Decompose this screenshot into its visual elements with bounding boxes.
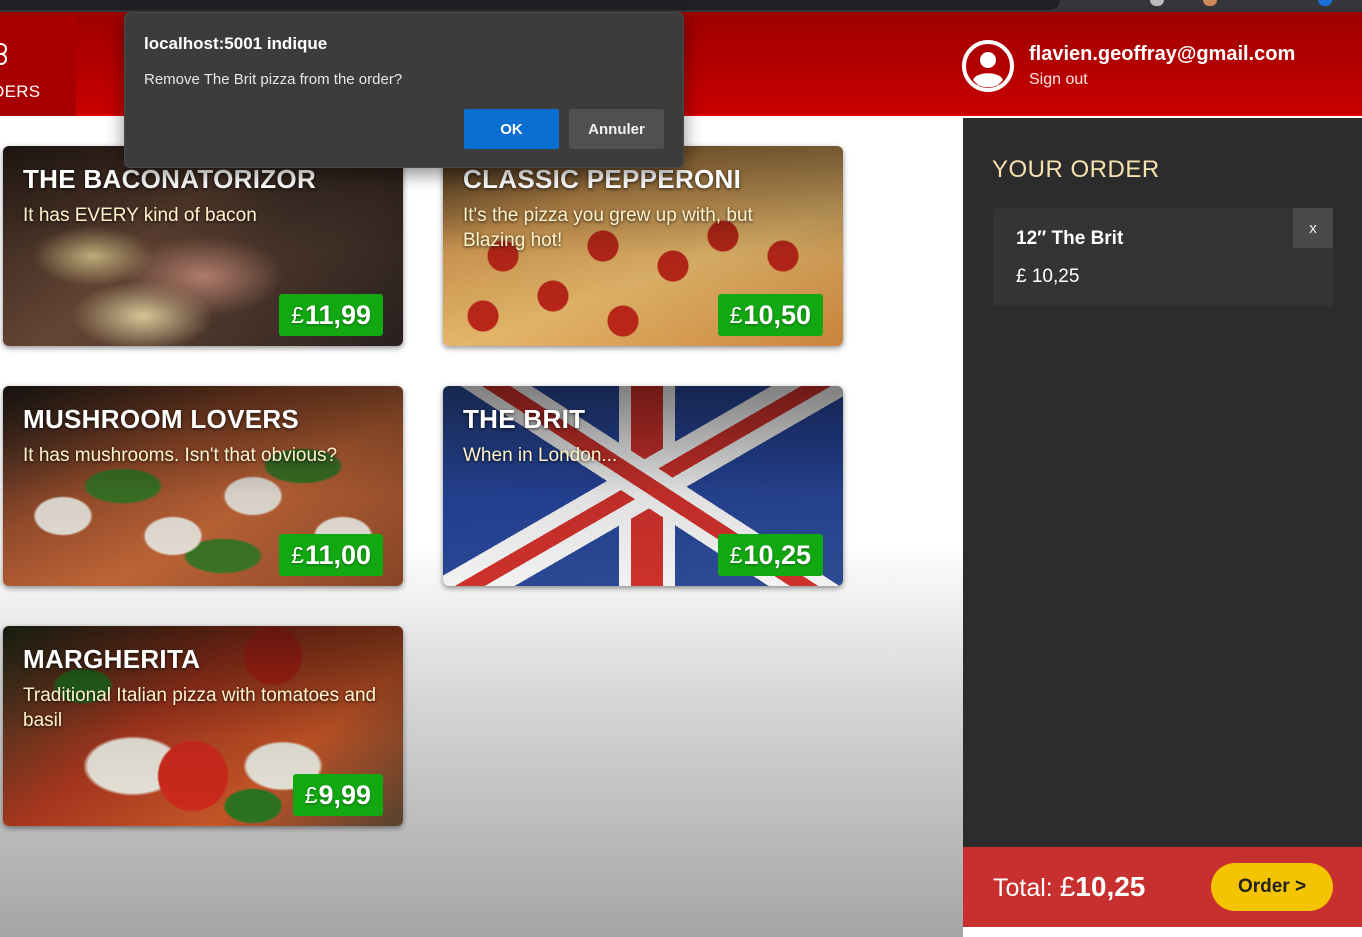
order-item-price: £ 10,25 — [1016, 266, 1080, 287]
pizza-name: MARGHERITA — [23, 644, 201, 674]
sync-status-icon[interactable] — [1318, 0, 1332, 6]
pizza-card-the-brit[interactable]: THE BRIT When in London... £10,25 — [443, 386, 843, 586]
user-email: flavien.geoffray@gmail.com — [1029, 43, 1296, 65]
order-heading: YOUR ORDER — [992, 156, 1160, 183]
place-order-button[interactable]: Order > — [1211, 863, 1333, 911]
confirm-dialog: localhost:5001 indique Remove The Brit p… — [124, 12, 684, 168]
dialog-origin: localhost:5001 indique — [144, 34, 328, 53]
order-item: 12″ The Brit £ 10,25 x — [993, 208, 1333, 306]
browser-toolbar — [0, 0, 1362, 12]
orders-icon — [0, 43, 7, 65]
total-amount: 10,25 — [1075, 871, 1146, 902]
pizza-card-classic-pepperoni[interactable]: CLASSIC PEPPERONI It's the pizza you gre… — [443, 146, 843, 346]
address-bar[interactable] — [0, 0, 1060, 10]
pizza-description: Traditional Italian pizza with tomatoes … — [23, 685, 377, 731]
pizza-price: £11,99 — [279, 294, 383, 336]
user-avatar-icon — [962, 40, 1014, 92]
pizza-description: It has mushrooms. Isn't that obvious? — [23, 445, 338, 466]
profile-avatar-icon[interactable] — [1203, 0, 1217, 6]
order-total-bar: Total: £10,25 Order > — [963, 847, 1362, 927]
sign-out-link[interactable]: Sign out — [1029, 71, 1088, 89]
order-item-name: 12″ The Brit — [1016, 228, 1124, 249]
pizza-name: THE BACONATORIZOR — [23, 164, 317, 194]
pizza-description: When in London... — [463, 445, 618, 466]
pizza-price: £10,50 — [717, 294, 823, 336]
pizza-card-mushroom-lovers[interactable]: MUSHROOM LOVERS It has mushrooms. Isn't … — [3, 386, 403, 586]
pizza-price: £9,99 — [292, 774, 383, 816]
order-sidebar: YOUR ORDER 12″ The Brit £ 10,25 x — [963, 118, 1362, 847]
total-currency: £ — [1059, 871, 1076, 902]
remove-item-button[interactable]: x — [1293, 208, 1333, 248]
pizza-name: MUSHROOM LOVERS — [23, 404, 300, 434]
nav-label: DERS — [0, 82, 41, 101]
pizza-description: It's the pizza you grew up with, but Bla… — [463, 205, 753, 251]
page-bottom — [963, 927, 1362, 937]
pizza-name: THE BRIT — [463, 404, 586, 434]
ok-button[interactable]: OK — [464, 109, 559, 149]
cancel-button[interactable]: Annuler — [569, 109, 664, 149]
pizza-description: It has EVERY kind of bacon — [23, 205, 257, 226]
pizza-card-baconatorizor[interactable]: THE BACONATORIZOR It has EVERY kind of b… — [3, 146, 403, 346]
pizza-price: £10,25 — [717, 534, 823, 576]
pizza-name: CLASSIC PEPPERONI — [463, 164, 742, 194]
order-total: Total: £10,25 — [993, 871, 1145, 903]
pizza-card-margherita[interactable]: MARGHERITA Traditional Italian pizza wit… — [3, 626, 403, 826]
nav-my-orders[interactable]: DERS — [0, 16, 76, 116]
pizza-specials-list: THE BACONATORIZOR It has EVERY kind of b… — [0, 118, 963, 937]
extension-icon[interactable] — [1150, 0, 1164, 6]
total-label: Total: — [993, 874, 1053, 902]
dialog-message: Remove The Brit pizza from the order? — [144, 71, 403, 88]
pizza-price: £11,00 — [279, 534, 383, 576]
